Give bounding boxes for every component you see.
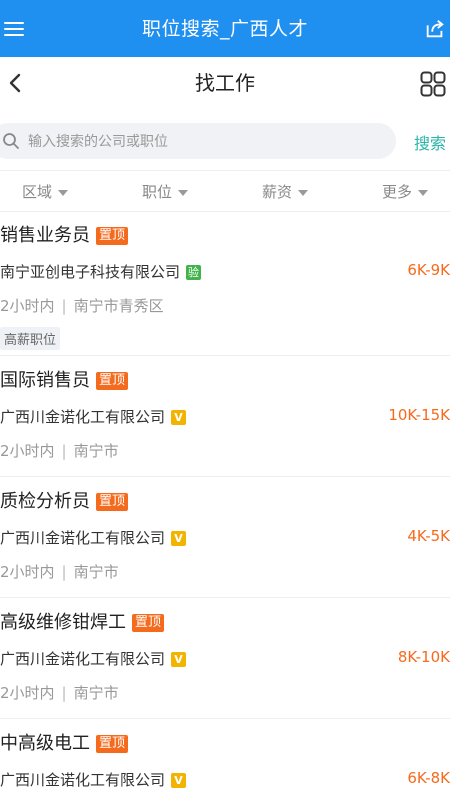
dropdown-arrow-icon [418, 189, 429, 196]
filter-bar: 区域 职位 薪资 更多 [0, 170, 450, 212]
meta-divider: | [61, 442, 67, 460]
job-title: 中高级电工 [0, 733, 90, 754]
dropdown-arrow-icon [58, 189, 69, 196]
filter-label: 职位 [142, 183, 173, 201]
filter-label: 区域 [22, 183, 53, 201]
search-button[interactable]: 搜索 [414, 130, 446, 154]
job-list-item[interactable]: 销售业务员 置顶 南宁亚创电子科技有限公司验 6K-9K 2小时内 | 南宁市青秀区 … [0, 211, 450, 356]
nav-bar: 找工作 [0, 57, 450, 110]
company-row: 南宁亚创电子科技有限公司验 [0, 261, 202, 282]
app-header: 职位搜索_广西人才 [0, 0, 450, 57]
job-title-row: 国际销售员 置顶 [0, 366, 129, 392]
job-title: 国际销售员 [0, 370, 90, 391]
job-title-row: 质检分析员 置顶 [0, 487, 129, 513]
page-title: 找工作 [195, 71, 255, 95]
company-name: 广西川金诺化工有限公司 [0, 408, 166, 426]
job-list-item[interactable]: 质检分析员 置顶 广西川金诺化工有限公司 V 4K-5K 2小时内 | 南宁市 [0, 477, 450, 598]
post-time: 2小时内 [0, 684, 55, 702]
job-list-item[interactable]: 中高级电工 置顶 广西川金诺化工有限公司 V 6K-8K [0, 719, 450, 800]
verify-badge-icon: 验 [186, 265, 202, 280]
v-badge-icon: V [171, 773, 187, 788]
filter-label: 更多 [382, 183, 413, 201]
company-name: 南宁亚创电子科技有限公司 [0, 263, 181, 281]
salary: 8K-10K [397, 648, 450, 666]
pin-badge: 置顶 [96, 372, 129, 390]
company-name: 广西川金诺化工有限公司 [0, 529, 166, 547]
job-meta: 2小时内 | 南宁市 [0, 440, 119, 461]
job-location: 南宁市 [73, 563, 119, 581]
salary: 4K-5K [407, 527, 450, 545]
meta-divider: | [61, 297, 67, 315]
dropdown-arrow-icon [298, 189, 309, 196]
share-icon[interactable] [424, 18, 446, 40]
v-badge-icon: V [171, 410, 187, 425]
meta-divider: | [61, 563, 67, 581]
job-title: 质检分析员 [0, 491, 90, 512]
post-time: 2小时内 [0, 297, 55, 315]
pin-badge: 置顶 [132, 614, 165, 632]
company-row: 广西川金诺化工有限公司 V [0, 769, 187, 790]
job-title: 销售业务员 [0, 225, 90, 246]
job-list-item[interactable]: 高级维修钳焊工 置顶 广西川金诺化工有限公司 V 8K-10K 2小时内 | 南宁市 [0, 598, 450, 719]
v-badge-icon: V [171, 652, 187, 667]
company-row: 广西川金诺化工有限公司 V [0, 648, 187, 669]
company-name: 广西川金诺化工有限公司 [0, 650, 166, 668]
job-location: 南宁市 [73, 442, 119, 460]
pin-badge: 置顶 [96, 493, 129, 511]
salary: 6K-9K [407, 261, 450, 279]
pin-badge: 置顶 [96, 227, 129, 245]
dropdown-arrow-icon [178, 189, 189, 196]
company-name: 广西川金诺化工有限公司 [0, 771, 166, 789]
job-tag: 高薪职位 [0, 327, 61, 350]
grid-menu-icon[interactable] [420, 71, 446, 97]
search-input[interactable] [26, 127, 380, 157]
meta-divider: | [61, 684, 67, 702]
filter-area[interactable]: 区域 [22, 181, 69, 202]
job-meta: 2小时内 | 南宁市 [0, 682, 119, 703]
pin-badge: 置顶 [96, 735, 129, 753]
job-list-item[interactable]: 国际销售员 置顶 广西川金诺化工有限公司 V 10K-15K 2小时内 | 南宁市 [0, 356, 450, 477]
search-box[interactable] [0, 123, 396, 159]
filter-label: 薪资 [262, 183, 293, 201]
job-title-row: 高级维修钳焊工 置顶 [0, 608, 165, 634]
job-meta: 2小时内 | 南宁市青秀区 [0, 295, 164, 316]
job-location: 南宁市青秀区 [73, 297, 164, 315]
salary: 10K-15K [388, 406, 450, 424]
job-meta: 2小时内 | 南宁市 [0, 561, 119, 582]
company-row: 广西川金诺化工有限公司 V [0, 527, 187, 548]
filter-position[interactable]: 职位 [142, 181, 189, 202]
job-title: 高级维修钳焊工 [0, 612, 126, 633]
company-row: 广西川金诺化工有限公司 V [0, 406, 187, 427]
app-title: 职位搜索_广西人才 [141, 18, 308, 40]
job-location: 南宁市 [73, 684, 119, 702]
search-icon [3, 133, 19, 149]
filter-more[interactable]: 更多 [382, 181, 429, 202]
v-badge-icon: V [171, 531, 187, 546]
search-row: 搜索 [0, 120, 450, 162]
filter-salary[interactable]: 薪资 [262, 181, 309, 202]
post-time: 2小时内 [0, 563, 55, 581]
salary: 6K-8K [407, 769, 450, 787]
job-title-row: 销售业务员 置顶 [0, 221, 129, 247]
job-title-row: 中高级电工 置顶 [0, 729, 129, 755]
post-time: 2小时内 [0, 442, 55, 460]
